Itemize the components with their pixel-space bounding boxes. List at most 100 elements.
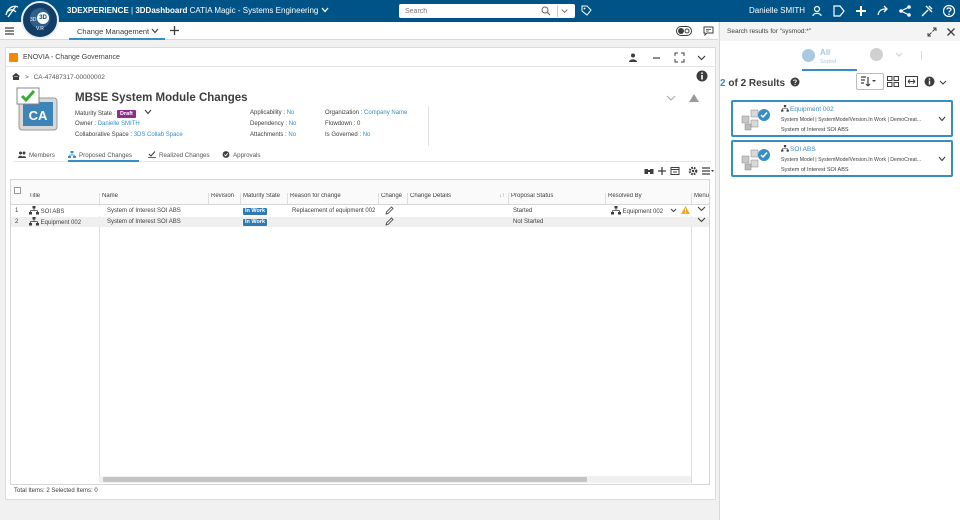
- chevron-down-icon[interactable]: [939, 80, 947, 85]
- chat-icon[interactable]: [703, 26, 714, 36]
- tools-icon[interactable]: [920, 4, 934, 18]
- filter-all-tab[interactable]: All Sorted: [802, 47, 857, 71]
- dependency-link[interactable]: No: [289, 121, 297, 127]
- chevron-down-icon[interactable]: [151, 28, 159, 34]
- column-header-title[interactable]: Title: [27, 193, 100, 205]
- chevron-down-icon[interactable]: [144, 109, 152, 115]
- table-row[interactable]: 2 Equipment 002 System of Interest SOI A…: [11, 217, 709, 227]
- column-header-change[interactable]: Change: [379, 193, 408, 205]
- horizontal-scrollbar[interactable]: [99, 476, 691, 483]
- network-icon[interactable]: [898, 4, 912, 18]
- table-row[interactable]: 1 SOI ABS System of Interest SOI ABS In …: [11, 206, 709, 216]
- share-icon[interactable]: [876, 4, 890, 18]
- home-icon[interactable]: [12, 73, 20, 80]
- help-icon[interactable]: [790, 77, 800, 87]
- tab-change-management[interactable]: Change Management: [69, 22, 165, 40]
- user-name[interactable]: Danielle SMITH: [749, 6, 805, 15]
- settings-icon[interactable]: [688, 166, 698, 176]
- tab-proposed-changes[interactable]: Proposed Changes: [68, 149, 139, 162]
- result-title[interactable]: SOI ABS: [781, 145, 816, 153]
- info-icon[interactable]: [924, 76, 935, 87]
- organization-link[interactable]: Company Name: [364, 110, 407, 116]
- tag-icon[interactable]: [581, 5, 592, 16]
- row-change-cell[interactable]: [383, 217, 408, 227]
- add-icon[interactable]: [854, 4, 868, 18]
- sort-icon[interactable]: ↓↑: [499, 193, 505, 199]
- column-header-name[interactable]: Name: [100, 193, 209, 205]
- row-maturity-cell[interactable]: In Work: [241, 206, 288, 216]
- search-box: [399, 4, 575, 18]
- owner-link[interactable]: Danielle SMITH: [98, 121, 140, 127]
- column-header-resolved-by[interactable]: Resolved By: [606, 193, 692, 205]
- chevron-down-icon[interactable]: [696, 52, 707, 63]
- chevron-down-icon[interactable]: [670, 208, 677, 213]
- tag-outline-icon[interactable]: [832, 4, 846, 18]
- grid-view-icon[interactable]: [887, 76, 899, 87]
- search-dropdown-icon[interactable]: [557, 5, 571, 17]
- search-result-card[interactable]: SOI ABS System Model | SystemModelVersio…: [731, 140, 953, 177]
- row-title-cell[interactable]: SOI ABS: [27, 206, 100, 216]
- collapse-header-icon[interactable]: [689, 94, 699, 102]
- row-change-cell[interactable]: [383, 206, 408, 216]
- remove-icon[interactable]: [670, 166, 680, 176]
- chevron-down-icon[interactable]: [895, 52, 903, 57]
- tab-approvals[interactable]: Approvals: [222, 149, 261, 162]
- app-title[interactable]: 3DEXPERIENCE | 3DDashboard CATIA Magic -…: [67, 6, 329, 15]
- sort-button[interactable]: [856, 73, 884, 90]
- find-icon[interactable]: [644, 166, 654, 176]
- chevron-down-icon[interactable]: [666, 95, 676, 101]
- row-resolved-cell[interactable]: Equipment 002: [609, 206, 692, 216]
- column-header-reason[interactable]: Reason for change: [288, 193, 379, 205]
- row-menu-cell[interactable]: [695, 206, 709, 216]
- applicability-link[interactable]: No: [287, 110, 295, 116]
- column-header-revision[interactable]: Revision: [209, 193, 241, 205]
- filter-type-icon[interactable]: [870, 48, 883, 61]
- search-icon[interactable]: [541, 6, 551, 16]
- chevron-down-icon[interactable]: [938, 156, 946, 162]
- scrollbar-thumb[interactable]: [103, 477, 587, 482]
- expand-icon[interactable]: [927, 27, 937, 37]
- maturity-badge[interactable]: In Work: [243, 208, 268, 215]
- column-header-proposal-status[interactable]: Proposal Status: [509, 193, 606, 205]
- column-header-change-details[interactable]: Change Details ↓↑: [408, 193, 509, 205]
- help-icon[interactable]: [942, 4, 956, 18]
- collab-space-link[interactable]: 3DS Collab Space: [134, 132, 183, 138]
- breadcrumb-item[interactable]: CA-47487317-00000002: [34, 74, 105, 81]
- ds-logo-icon[interactable]: [4, 3, 20, 19]
- add-icon[interactable]: [657, 166, 667, 176]
- tab-members[interactable]: Members: [18, 149, 55, 162]
- row-resolved-cell[interactable]: [609, 217, 692, 227]
- maturity-badge[interactable]: Draft: [117, 110, 136, 118]
- row-maturity-cell[interactable]: In Work: [241, 217, 288, 227]
- row-title-cell[interactable]: Equipment 002: [27, 217, 100, 227]
- minimize-icon[interactable]: [651, 52, 662, 63]
- governed-link[interactable]: No: [363, 132, 371, 138]
- attachments-link[interactable]: No: [288, 132, 296, 138]
- system-model-icon: [781, 105, 789, 112]
- chevron-down-icon[interactable]: [697, 206, 706, 212]
- select-all-checkbox[interactable]: [14, 187, 21, 194]
- fit-view-icon[interactable]: [905, 76, 918, 87]
- search-result-card[interactable]: Equipment 002 System Model | SystemModel…: [731, 100, 953, 137]
- column-header-maturity[interactable]: Maturity State: [241, 193, 288, 205]
- column-header-menu[interactable]: Menu: [692, 193, 709, 205]
- add-tab-icon[interactable]: [169, 25, 180, 36]
- view-options-icon[interactable]: [702, 166, 714, 176]
- compass-icon[interactable]: 3D 3D V.R: [21, 1, 59, 39]
- chevron-down-icon[interactable]: [938, 116, 946, 122]
- user-icon[interactable]: [810, 4, 824, 18]
- row-menu-cell[interactable]: [695, 217, 709, 227]
- chevron-down-icon[interactable]: [697, 217, 706, 223]
- info-icon[interactable]: [696, 70, 708, 82]
- user-settings-icon[interactable]: [628, 52, 639, 63]
- search-input[interactable]: [399, 4, 529, 18]
- edit-icon[interactable]: [385, 217, 394, 226]
- maximize-icon[interactable]: [674, 52, 685, 63]
- close-icon[interactable]: [946, 27, 956, 37]
- tab-realized-changes[interactable]: Realized Changes: [148, 149, 210, 162]
- edit-icon[interactable]: [385, 206, 394, 215]
- maturity-badge[interactable]: In Work: [243, 219, 268, 226]
- toggle-view-icon[interactable]: [676, 26, 692, 36]
- result-title[interactable]: Equipment 002: [781, 105, 834, 113]
- menu-icon[interactable]: [5, 27, 14, 35]
